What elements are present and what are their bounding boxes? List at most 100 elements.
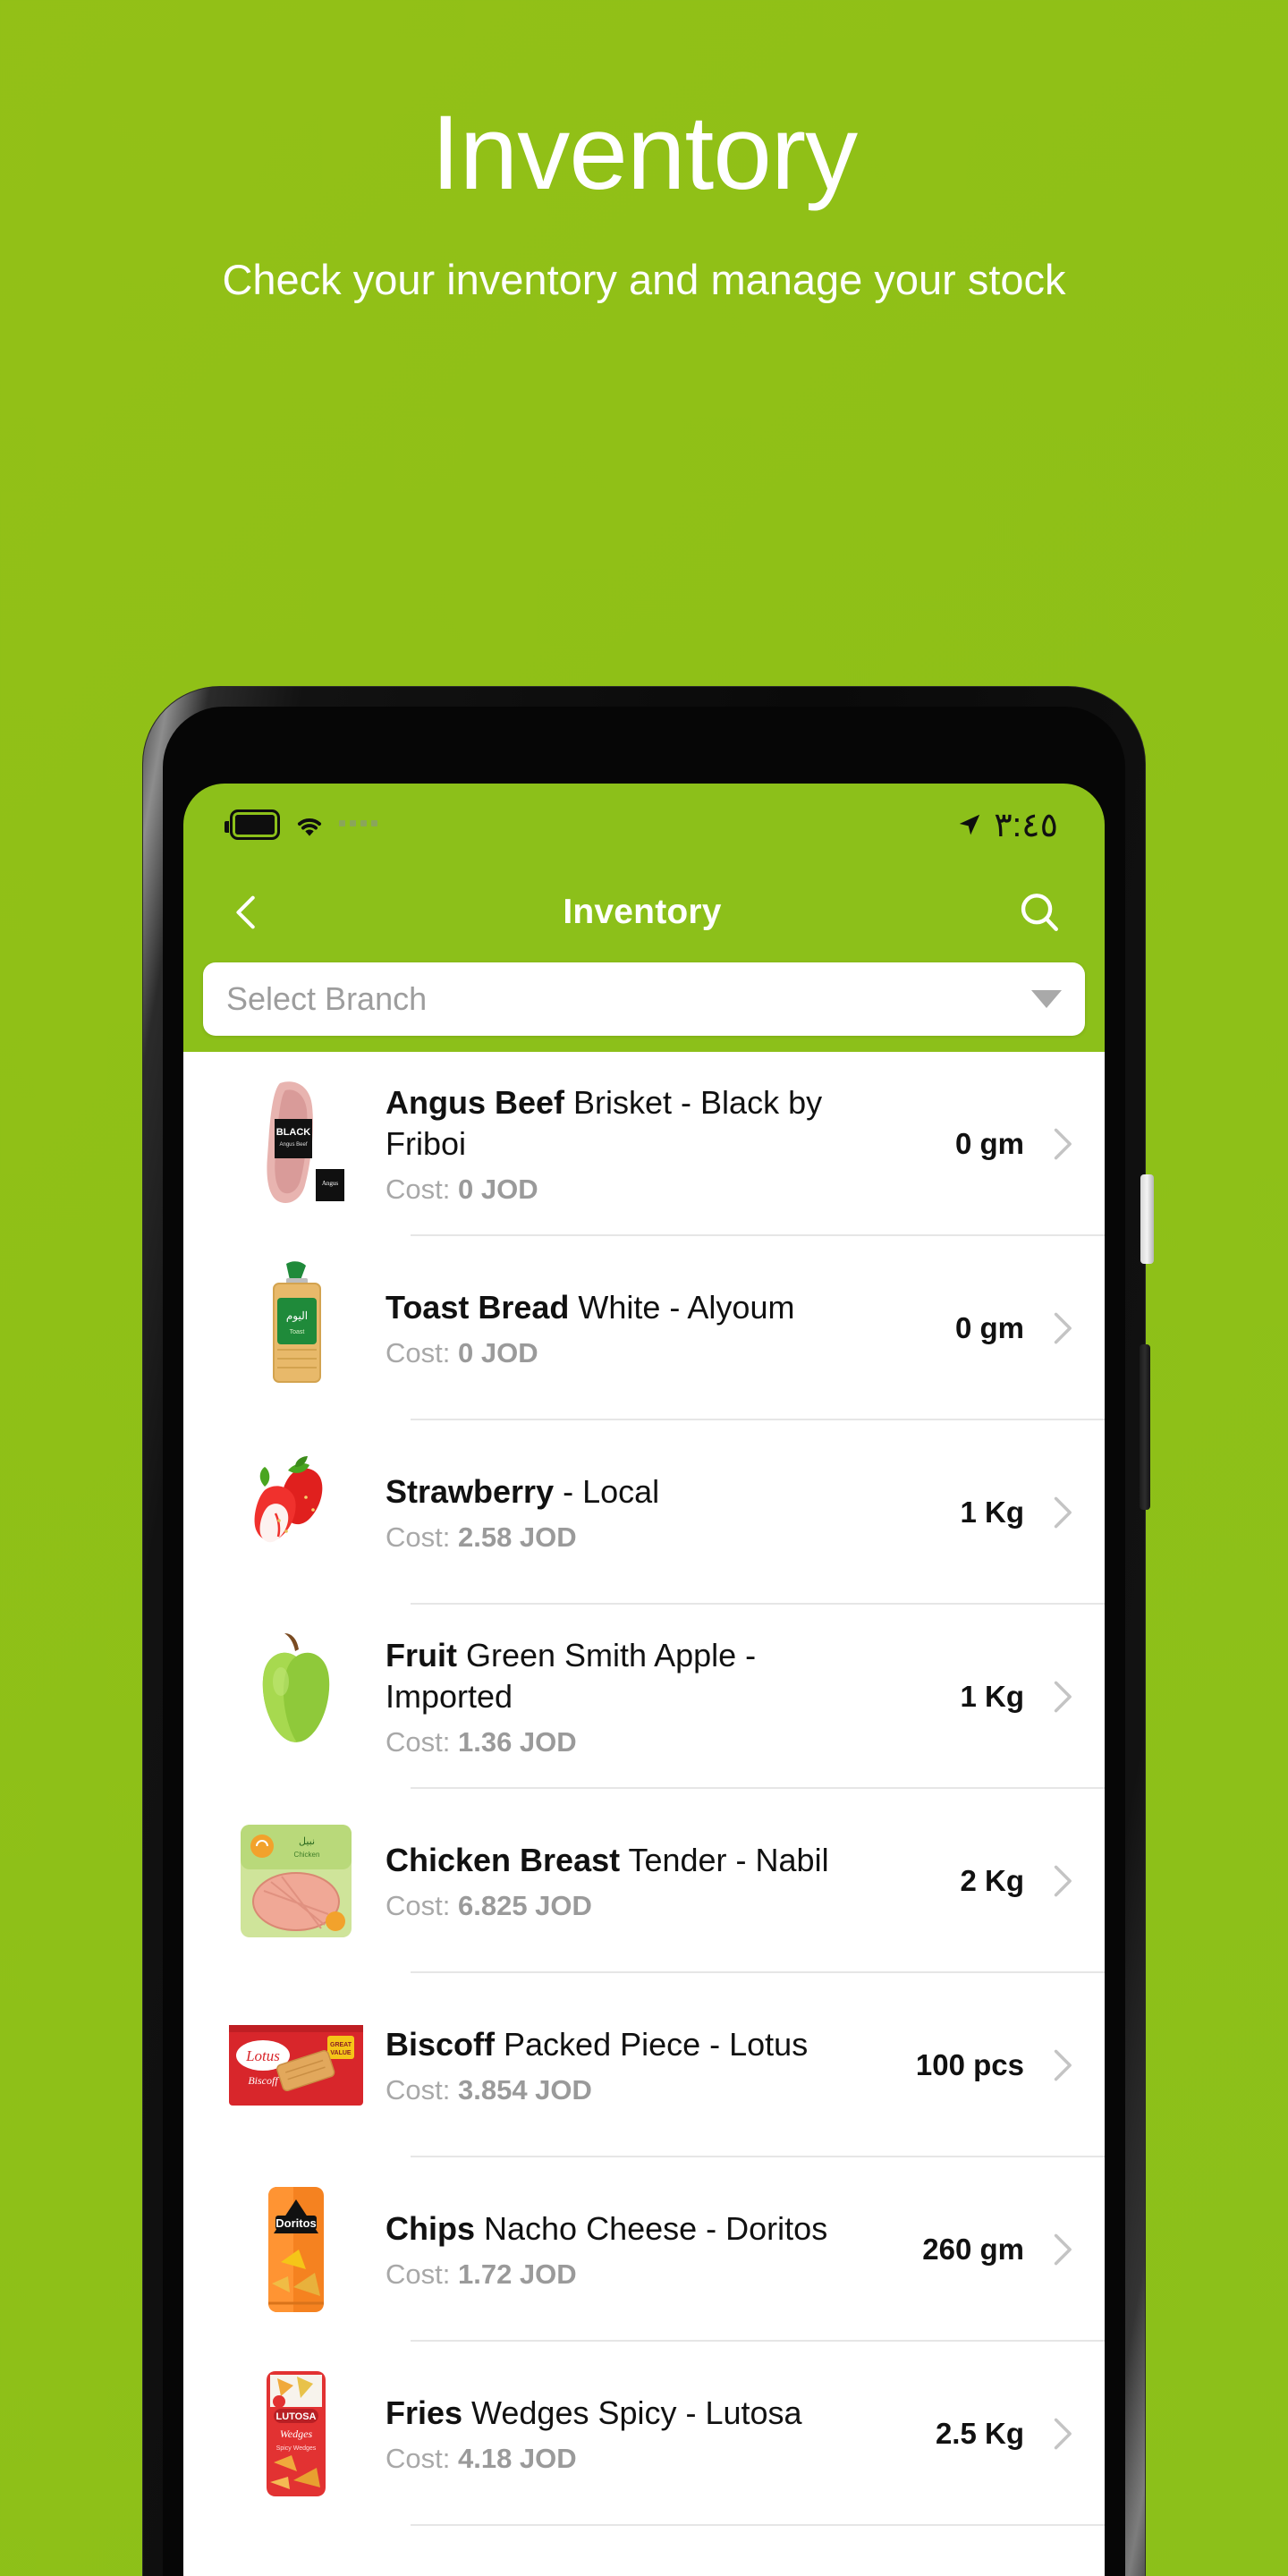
cost-value: 0 JOD	[457, 1173, 538, 1205]
item-name-rest: Nacho Cheese - Doritos	[475, 2210, 828, 2248]
search-icon[interactable]	[1017, 890, 1062, 935]
phone-screen: ٣:٤٥ Inventory Select Branch BLACK Angus…	[183, 784, 1105, 2576]
row-separator	[411, 2524, 1105, 2526]
item-name: Angus Beef Brisket - Black by Friboi	[386, 1082, 874, 1164]
item-name-bold: Chicken Breast	[386, 1842, 621, 1879]
toast-bread-image: اليوم Toast	[207, 1252, 386, 1404]
cost-label: Cost:	[386, 2442, 451, 2474]
item-cost: Cost: 3.854 JOD	[386, 2074, 874, 2106]
item-name-bold: Angus Beef	[386, 1084, 565, 1122]
chevron-left-icon[interactable]	[226, 892, 267, 933]
table-row[interactable]: LUTOSA Wedges Spicy Wedges Fries Wedges …	[183, 2342, 1105, 2526]
cost-value: 1.72 JOD	[457, 2258, 577, 2290]
svg-text:Doritos: Doritos	[275, 2216, 317, 2230]
chevron-right-icon[interactable]	[1042, 1493, 1081, 1532]
item-quantity: 0 gm	[954, 1311, 1024, 1344]
page-subtitle: Check your inventory and manage your sto…	[222, 256, 1066, 303]
svg-text:Angus: Angus	[322, 1180, 339, 1187]
table-row[interactable]: Fruit Green Smith Apple - Imported Cost:…	[183, 1605, 1105, 1789]
biscoff-lotus-image: Lotus GREAT VALUE Biscoff	[207, 1989, 386, 2141]
cost-value: 6.825 JOD	[457, 1889, 592, 1921]
table-row[interactable]: نبيل Chicken Chicken Breast Tender - Nab…	[183, 1789, 1105, 1973]
item-cost: Cost: 4.18 JOD	[386, 2443, 874, 2475]
table-row[interactable]: Strawberry - Local Cost: 2.58 JOD 1 Kg	[183, 1420, 1105, 1605]
chevron-down-icon[interactable]	[1031, 990, 1062, 1008]
item-cost: Cost: 0 JOD	[386, 1174, 874, 1206]
item-quantity: 2.5 Kg	[935, 2417, 1024, 2450]
chevron-right-icon[interactable]	[1042, 1677, 1081, 1716]
phone-mockup: ٣:٤٥ Inventory Select Branch BLACK Angus…	[143, 687, 1154, 2576]
svg-text:VALUE: VALUE	[330, 2050, 352, 2056]
svg-text:نبيل: نبيل	[299, 1836, 315, 1847]
item-name: Fruit Green Smith Apple - Imported	[386, 1635, 874, 1716]
item-name-bold: Chips	[386, 2210, 476, 2248]
table-row[interactable]: BLACK Angus Beef Angus Angus Beef Briske…	[183, 1052, 1105, 1236]
app-nav-bar: Inventory	[183, 866, 1105, 959]
svg-text:BLACK: BLACK	[276, 1127, 311, 1138]
cost-label: Cost:	[386, 1725, 451, 1758]
table-row[interactable]: اليوم Toast Toast Bread White - Alyoum C…	[183, 1236, 1105, 1420]
item-name: Fries Wedges Spicy - Lutosa	[386, 2393, 874, 2434]
cost-value: 3.854 JOD	[457, 2073, 592, 2106]
row-content: Biscoff Packed Piece - Lotus Cost: 3.854…	[386, 2024, 890, 2106]
cost-value: 0 JOD	[457, 1336, 538, 1368]
chevron-right-icon[interactable]	[1042, 1124, 1081, 1164]
volume-button[interactable]	[1140, 1344, 1150, 1510]
item-name: Biscoff Packed Piece - Lotus	[386, 2024, 874, 2065]
doritos-chips-image: Doritos	[207, 2174, 386, 2326]
chevron-right-icon[interactable]	[1042, 2414, 1081, 2453]
cost-label: Cost:	[386, 2258, 451, 2290]
row-content: Chicken Breast Tender - Nabil Cost: 6.82…	[386, 1840, 890, 1922]
wifi-icon	[297, 818, 322, 836]
item-name-bold: Biscoff	[386, 2026, 496, 2063]
angus-beef-brisket-image: BLACK Angus Beef Angus	[207, 1068, 386, 1220]
svg-text:Spicy Wedges: Spicy Wedges	[276, 2445, 317, 2452]
chevron-right-icon[interactable]	[1042, 1861, 1081, 1901]
svg-text:Wedges: Wedges	[280, 2428, 313, 2440]
item-name: Toast Bread White - Alyoum	[386, 1287, 874, 1328]
location-arrow-icon	[959, 814, 980, 835]
cost-label: Cost:	[386, 1889, 451, 1921]
item-name-rest: White - Alyoum	[569, 1289, 795, 1326]
power-button[interactable]	[1140, 1174, 1154, 1264]
status-bar-time: ٣:٤٥	[994, 806, 1058, 844]
item-quantity: 2 Kg	[960, 1864, 1024, 1897]
cost-label: Cost:	[386, 1336, 451, 1368]
table-row[interactable]: Doritos Chips Nacho Cheese - Doritos Cos…	[183, 2157, 1105, 2342]
row-content: Toast Bread White - Alyoum Cost: 0 JOD	[386, 1287, 890, 1369]
svg-text:Toast: Toast	[290, 1329, 305, 1335]
branch-select[interactable]: Select Branch	[203, 962, 1085, 1036]
status-bar-left	[225, 809, 377, 840]
row-content: Fries Wedges Spicy - Lutosa Cost: 4.18 J…	[386, 2393, 890, 2475]
lutosa-fries-image: LUTOSA Wedges Spicy Wedges	[207, 2358, 386, 2510]
chevron-right-icon[interactable]	[1042, 2046, 1081, 2085]
promo-header: Inventory Check your inventory and manag…	[0, 0, 1288, 309]
battery-full-icon	[225, 809, 280, 840]
chevron-right-icon[interactable]	[1042, 1309, 1081, 1348]
signal-dots-icon	[339, 820, 377, 829]
row-content: Strawberry - Local Cost: 2.58 JOD	[386, 1471, 890, 1554]
cost-label: Cost:	[386, 1521, 451, 1553]
item-name-bold: Fruit	[386, 1637, 457, 1674]
cost-value: 2.58 JOD	[457, 1521, 577, 1553]
item-quantity: 260 gm	[922, 2233, 1024, 2266]
cost-label: Cost:	[386, 2073, 451, 2106]
branch-select-placeholder: Select Branch	[226, 980, 428, 1017]
item-name-rest: Packed Piece - Lotus	[495, 2026, 809, 2063]
status-bar: ٣:٤٥	[183, 784, 1105, 866]
row-content: Angus Beef Brisket - Black by Friboi Cos…	[386, 1082, 890, 1205]
inventory-list[interactable]: BLACK Angus Beef Angus Angus Beef Briske…	[183, 1052, 1105, 2576]
svg-text:Lotus: Lotus	[245, 2047, 280, 2064]
table-row[interactable]: Lotus GREAT VALUE Biscoff Biscoff Packed…	[183, 1973, 1105, 2157]
svg-text:Angus Beef: Angus Beef	[279, 1142, 307, 1148]
chicken-breast-image: نبيل Chicken	[207, 1805, 386, 1957]
chevron-right-icon[interactable]	[1042, 2230, 1081, 2269]
green-apple-image	[207, 1621, 386, 1773]
item-name-bold: Strawberry	[386, 1473, 555, 1511]
item-name-rest: Wedges Spicy - Lutosa	[462, 2394, 802, 2432]
cost-value: 1.36 JOD	[457, 1725, 577, 1758]
item-name-rest: Tender - Nabil	[620, 1842, 829, 1879]
item-name: Strawberry - Local	[386, 1471, 874, 1513]
row-content: Fruit Green Smith Apple - Imported Cost:…	[386, 1635, 890, 1758]
item-name: Chips Nacho Cheese - Doritos	[386, 2208, 874, 2250]
